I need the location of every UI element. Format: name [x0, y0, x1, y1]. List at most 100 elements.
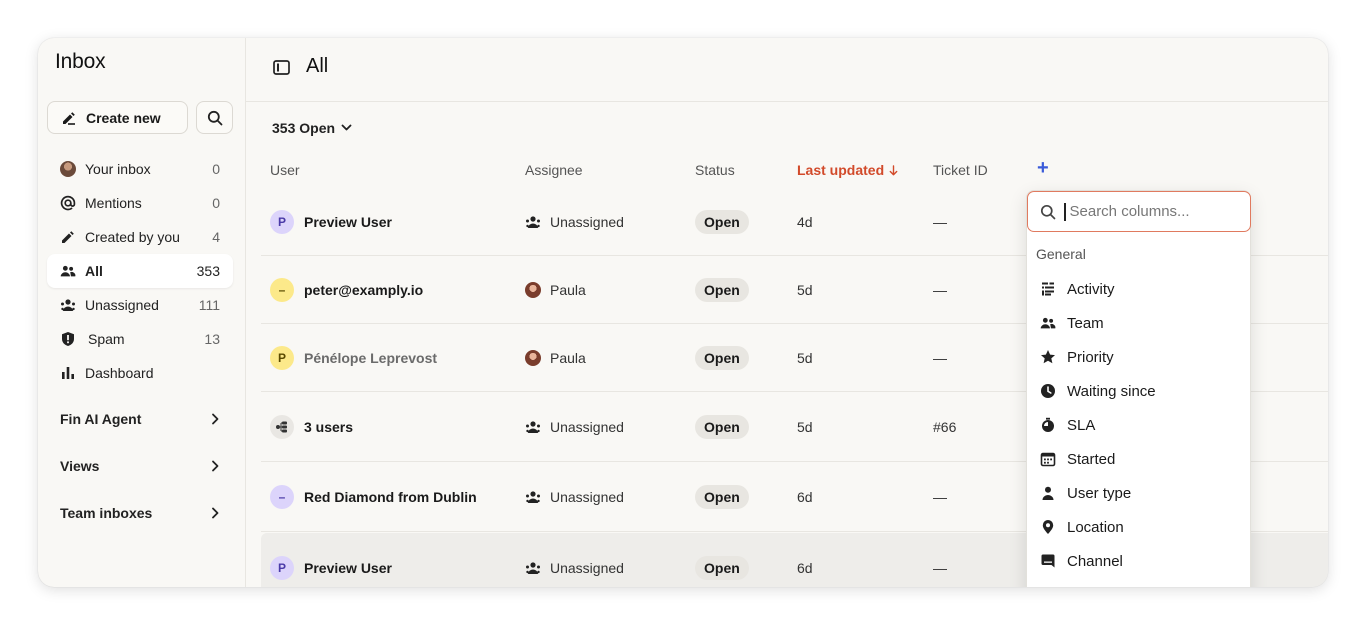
column-option-location[interactable]: Location: [1027, 510, 1250, 544]
section-team-inboxes[interactable]: Team inboxes: [60, 505, 220, 521]
section-fin-ai-agent[interactable]: Fin AI Agent: [60, 411, 220, 427]
sidebar-search-button[interactable]: [196, 101, 233, 134]
column-header-ticket-id[interactable]: Ticket ID: [933, 162, 988, 178]
sidebar-item-label: Dashboard: [85, 365, 154, 381]
pin-icon: [1042, 520, 1054, 534]
column-option-waiting-since[interactable]: Waiting since: [1027, 374, 1250, 408]
text-cursor: [1064, 202, 1066, 221]
column-option-label: User type: [1067, 484, 1132, 502]
unassigned-icon: [526, 420, 540, 433]
column-option-user-type[interactable]: User type: [1027, 476, 1250, 510]
assignee-avatar: [525, 349, 541, 366]
column-option-sla[interactable]: SLA: [1027, 408, 1250, 442]
row-ticket-id: —: [933, 213, 947, 230]
sidebar-item-your-inbox[interactable]: Your inbox 0: [47, 152, 233, 186]
chevron-right-icon: [212, 460, 219, 472]
sidebar-nav: Your inbox 0 Mentions 0 Created by you 4…: [47, 152, 233, 390]
assignee-avatar: [525, 281, 541, 298]
column-option-label: Priority: [1067, 348, 1114, 366]
row-user: peter@examply.io: [304, 281, 424, 298]
column-option-channel[interactable]: Channel: [1027, 544, 1250, 578]
arrow-down-icon: [889, 164, 898, 175]
add-column-button[interactable]: +: [1037, 157, 1049, 180]
row-user: 3 users: [304, 418, 354, 435]
sidebar-item-dashboard[interactable]: Dashboard: [47, 356, 233, 390]
row-updated: 6d: [797, 488, 813, 505]
row-assignee: Unassigned: [550, 213, 624, 230]
row-user: Preview User: [304, 560, 392, 576]
avatar: P: [270, 345, 294, 370]
column-header-last-updated[interactable]: Last updated: [797, 162, 898, 178]
status-badge: Open: [695, 209, 749, 234]
team-icon: [1040, 317, 1056, 329]
users-icon: [60, 265, 76, 277]
column-option-priority[interactable]: Priority: [1027, 340, 1250, 374]
column-header-assignee[interactable]: Assignee: [525, 162, 583, 178]
status-badge: Open: [695, 277, 749, 302]
sidebar-item-created-by-you[interactable]: Created by you 4: [47, 220, 233, 254]
sidebar-toggle-icon[interactable]: [273, 60, 290, 75]
shield-alert-icon: [62, 332, 74, 346]
sidebar-item-count: 353: [196, 263, 220, 279]
row-assignee: Unassigned: [550, 560, 624, 576]
row-assignee: Paula: [550, 349, 586, 366]
column-group-label: General: [1036, 246, 1086, 262]
avatar: –: [270, 277, 294, 302]
sidebar-item-label: Spam: [88, 331, 125, 347]
sidebar-item-label: Mentions: [85, 195, 142, 211]
sidebar-item-count: 0: [212, 161, 220, 177]
sidebar-item-mentions[interactable]: Mentions 0: [47, 186, 233, 220]
column-option-label: Location: [1067, 518, 1124, 536]
column-option-label: Waiting since: [1067, 382, 1156, 400]
sidebar-item-count: 13: [204, 331, 220, 347]
row-assignee: Unassigned: [550, 418, 624, 435]
unassigned-icon: [526, 215, 540, 228]
row-updated: 6d: [797, 560, 813, 576]
column-search-input[interactable]: [1069, 203, 1240, 220]
status-badge: Open: [695, 345, 749, 370]
search-icon: [1040, 204, 1056, 219]
topbar: All: [246, 38, 1328, 102]
avatar: P: [270, 209, 294, 234]
app-window: Inbox Create new Your inbox 0 Mentions 0…: [38, 38, 1328, 587]
row-updated: 5d: [797, 418, 813, 435]
column-picker-dropdown: General Activity Team Priority Waiting s…: [1026, 190, 1251, 587]
column-option-label: Channel: [1067, 552, 1123, 570]
row-updated: 5d: [797, 349, 813, 366]
avatar: [60, 161, 76, 177]
column-option-activity[interactable]: Activity: [1027, 272, 1250, 306]
compose-icon: [63, 111, 75, 125]
status-badge: Open: [695, 484, 749, 509]
sidebar-item-spam[interactable]: Spam 13: [47, 322, 233, 356]
column-header-status[interactable]: Status: [695, 162, 735, 178]
column-option-team[interactable]: Team: [1027, 306, 1250, 340]
column-header-user[interactable]: User: [270, 162, 300, 178]
row-ticket-id: —: [933, 281, 947, 298]
chevron-down-icon: [341, 124, 352, 131]
column-option-list: Activity Team Priority Waiting since SLA…: [1027, 272, 1250, 578]
sidebar-item-unassigned[interactable]: Unassigned 111: [47, 288, 233, 322]
column-search-box[interactable]: [1027, 191, 1251, 232]
open-filter-dropdown[interactable]: 353 Open: [272, 120, 352, 136]
activity-icon: [1042, 282, 1054, 296]
row-assignee: Unassigned: [550, 488, 624, 505]
sla-icon: [1042, 417, 1054, 432]
row-ticket-id: —: [933, 349, 947, 366]
avatar: –: [270, 484, 294, 509]
avatar: P: [270, 556, 294, 580]
sidebar-title: Inbox: [55, 50, 106, 73]
column-option-started[interactable]: Started: [1027, 442, 1250, 476]
at-icon: [60, 195, 76, 211]
sidebar-item-count: 0: [212, 195, 220, 211]
page-title: All: [306, 55, 329, 77]
create-new-button[interactable]: Create new: [47, 101, 188, 134]
section-views[interactable]: Views: [60, 458, 220, 474]
column-header-label: Last updated: [797, 162, 885, 178]
unassigned-icon: [526, 490, 540, 503]
row-assignee: Paula: [550, 281, 586, 298]
column-option-label: SLA: [1067, 416, 1096, 434]
row-updated: 4d: [797, 213, 813, 230]
chevron-right-icon: [212, 413, 219, 425]
sidebar-item-all[interactable]: All 353: [47, 254, 233, 288]
section-label: Fin AI Agent: [60, 411, 142, 427]
